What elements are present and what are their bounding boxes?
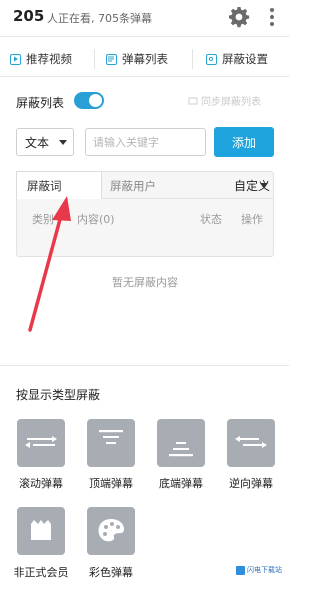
tile-label: 逆向弹幕 (229, 477, 273, 490)
add-button[interactable]: 添加 (214, 127, 274, 157)
scroll-danmaku-icon[interactable] (17, 419, 65, 467)
logo-icon (236, 565, 245, 575)
top-bar: 205 人正在看, 705条弹幕 (0, 0, 289, 34)
tile-label: 顶端弹幕 (89, 477, 133, 490)
gear-icon[interactable] (227, 5, 251, 29)
sync-icon (188, 97, 198, 104)
reverse-danmaku-icon[interactable] (227, 419, 275, 467)
type-block-title: 按显示类型屏蔽 (16, 388, 101, 402)
sync-label: 同步屏蔽列表 (201, 97, 261, 108)
more-options-icon[interactable] (264, 5, 280, 29)
divider (0, 36, 289, 37)
divider (0, 365, 289, 366)
divider (0, 76, 289, 77)
annotation-arrow (28, 196, 71, 332)
tile-label: 滚动弹幕 (19, 477, 63, 490)
block-list-label: 屏蔽列表 (16, 96, 65, 110)
column-header-status: 状态 (200, 213, 222, 226)
tab-separator (192, 49, 193, 69)
sync-block-list-button[interactable]: 同步屏蔽列表 (188, 93, 261, 108)
video-icon (10, 53, 21, 65)
keyword-input[interactable]: 请输入关键字 (85, 128, 206, 156)
watermark-text: 闪电下载站 (247, 566, 282, 574)
list-icon (106, 53, 117, 65)
toggle-knob (89, 94, 102, 107)
guest-member-icon[interactable] (17, 507, 65, 555)
watermark-logo: 闪电下载站 (236, 563, 284, 577)
viewer-count: 205 (13, 7, 45, 25)
shield-settings-icon (206, 53, 217, 65)
bottom-danmaku-icon[interactable] (157, 419, 205, 467)
subtab-block-users[interactable]: 屏蔽用户 (110, 178, 156, 194)
type-select-value: 文本 (25, 135, 50, 150)
tab-label: 推荐视频 (26, 52, 72, 66)
tab-label: 屏蔽设置 (222, 52, 268, 66)
chevron-down-icon (59, 140, 67, 145)
viewer-status-text: 人正在看, 705条弹幕 (47, 12, 152, 25)
chevron-down-icon[interactable] (260, 183, 268, 188)
keyword-placeholder: 请输入关键字 (93, 136, 159, 149)
column-header-action: 操作 (241, 213, 263, 226)
tab-separator (94, 49, 95, 69)
tab-danmaku-list[interactable]: 弹幕列表 (106, 44, 168, 74)
color-palette-icon[interactable] (87, 507, 135, 555)
tile-label: 非正式会员 (13, 566, 69, 579)
type-select[interactable]: 文本 (16, 128, 74, 156)
tab-label: 弹幕列表 (122, 52, 168, 66)
top-danmaku-icon[interactable] (87, 419, 135, 467)
block-list-toggle[interactable] (74, 92, 104, 109)
tab-recommended-videos[interactable]: 推荐视频 (10, 44, 72, 74)
tab-block-settings[interactable]: 屏蔽设置 (206, 44, 268, 74)
tile-label: 底端弹幕 (159, 477, 203, 490)
column-header-content: 内容(0) (77, 213, 115, 226)
tile-label: 彩色弹幕 (89, 566, 133, 579)
